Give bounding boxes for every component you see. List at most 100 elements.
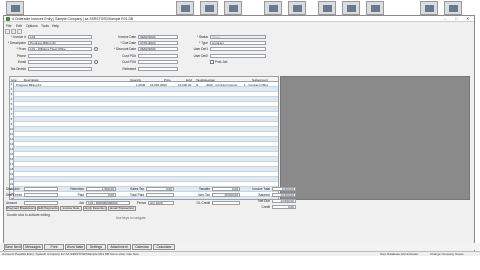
app-launcher-icon[interactable] bbox=[176, 1, 194, 15]
calculator-button[interactable]: Calculator bbox=[153, 244, 175, 250]
col-quantity[interactable]: Quantity bbox=[130, 78, 141, 82]
menu-tools[interactable]: Tools bbox=[41, 24, 49, 28]
paid-field[interactable]: 0.00 bbox=[86, 192, 116, 197]
col-ledger[interactable]: Ledger bbox=[206, 78, 215, 82]
disc-credit-label: Disc Credit bbox=[6, 193, 22, 197]
line-items-grid[interactable]: Line Description Quantity Price Extd Tax… bbox=[9, 76, 279, 200]
app-launcher-icon[interactable] bbox=[366, 1, 384, 15]
gl-credit-field[interactable] bbox=[212, 200, 240, 205]
apply-retention-button[interactable]: Apply Retention bbox=[83, 206, 107, 211]
window-title: A Orderable Invoices Entry | Sample Comp… bbox=[12, 16, 134, 21]
user-def2-field[interactable] bbox=[210, 53, 266, 58]
word-mate-button[interactable]: Word Mate bbox=[65, 244, 85, 250]
toolbar bbox=[5, 29, 35, 34]
invoice-date-field[interactable]: 06/02/2020 bbox=[138, 34, 178, 39]
row-number: 24 bbox=[10, 197, 14, 200]
type-select[interactable]: Contract bbox=[210, 40, 266, 45]
post-job-checkbox[interactable] bbox=[210, 60, 214, 64]
edit-payments-button[interactable]: Edit Payments bbox=[37, 206, 59, 211]
app-launcher-icon[interactable] bbox=[288, 1, 306, 15]
taxable-field[interactable]: 0.00 bbox=[212, 186, 240, 191]
col-taxable[interactable]: Taxable bbox=[196, 78, 206, 82]
status-left-text: Accounts Payable Entry: Systech Company … bbox=[2, 252, 139, 257]
email-transaction-button[interactable]: Email Transaction bbox=[108, 206, 136, 211]
lookup-icon[interactable] bbox=[94, 47, 98, 51]
messages-button[interactable]: Messages bbox=[23, 244, 43, 250]
status-user: Sure Database Administrator bbox=[380, 252, 419, 257]
attachment-button[interactable]: Attachment bbox=[107, 244, 131, 250]
col-price[interactable]: Price bbox=[164, 78, 171, 82]
tax-district-label: Tax District bbox=[10, 67, 26, 71]
col-subaccount[interactable]: Subaccount bbox=[252, 78, 268, 82]
delete-icon[interactable] bbox=[17, 29, 22, 34]
due-date-field[interactable]: 07/01/2020 bbox=[138, 40, 178, 45]
app-launcher-icon[interactable] bbox=[6, 1, 24, 15]
new-icon[interactable] bbox=[5, 29, 10, 34]
discount-date-field[interactable]: 06/02/2020 bbox=[138, 46, 178, 51]
app-launcher-icon[interactable] bbox=[200, 1, 218, 15]
status-company[interactable]: Change Company Guess bbox=[430, 252, 464, 256]
app-launcher-icon[interactable] bbox=[342, 1, 360, 15]
email-field[interactable] bbox=[28, 59, 92, 64]
print-button[interactable]: Print bbox=[44, 244, 64, 250]
save-icon[interactable] bbox=[11, 29, 16, 34]
credit-field: 0.00 bbox=[272, 204, 296, 209]
menu-help[interactable]: Help bbox=[52, 24, 59, 28]
non-tax-field[interactable]: 15,000.00 bbox=[212, 192, 240, 197]
description-field[interactable]: Progress Billing #1 bbox=[28, 40, 92, 45]
type-label: * Type bbox=[199, 41, 208, 45]
job-field[interactable]: 101 - 000000/000000 bbox=[86, 200, 130, 205]
cust-pov-label: Cust PO# bbox=[122, 60, 136, 64]
period-field[interactable]: Apr 2020 bbox=[148, 200, 174, 205]
invoice-note-button[interactable]: Invoice Note bbox=[60, 206, 82, 211]
status-label: * Status bbox=[196, 35, 208, 39]
invoice-no-label: * Invoice # bbox=[11, 35, 26, 39]
col-extended[interactable]: Extd bbox=[186, 78, 192, 82]
app-icon bbox=[6, 17, 10, 21]
released-label: Released bbox=[122, 67, 136, 71]
sales-tax-field[interactable]: 0.00 bbox=[146, 186, 174, 191]
cust-pov-field[interactable] bbox=[138, 59, 178, 64]
invoice-date-label: Invoice Date bbox=[118, 35, 136, 39]
app-launcher-icon[interactable] bbox=[224, 1, 242, 15]
gl-credit-label: GL Credit bbox=[196, 201, 210, 205]
menu-edit[interactable]: Edit bbox=[16, 24, 22, 28]
phone-field[interactable] bbox=[28, 53, 92, 58]
amount-field[interactable] bbox=[24, 200, 58, 205]
disc-credit-field[interactable] bbox=[24, 192, 58, 197]
invoice-no-field[interactable]: 101 bbox=[28, 34, 92, 39]
app-launcher-icon[interactable] bbox=[264, 1, 282, 15]
tax-district-field[interactable] bbox=[28, 66, 92, 71]
user-def1-field[interactable] bbox=[210, 46, 266, 51]
help-hint: Use keys to navigate bbox=[116, 216, 146, 220]
top-launcher-bar bbox=[0, 0, 480, 16]
calendar-button[interactable]: Calendar bbox=[132, 244, 152, 250]
credit-label: Credit bbox=[261, 205, 270, 209]
email-icon[interactable] bbox=[94, 60, 98, 64]
email-label: Email bbox=[18, 60, 26, 64]
col-line[interactable]: Line bbox=[11, 78, 17, 82]
released-field[interactable] bbox=[138, 66, 178, 71]
cust-po-field[interactable] bbox=[138, 53, 178, 58]
app-launcher-icon[interactable] bbox=[420, 1, 438, 15]
menu-options[interactable]: Options bbox=[26, 24, 38, 28]
net-due-field: 13,500.00 bbox=[272, 198, 296, 203]
total-paid-field[interactable] bbox=[146, 192, 174, 197]
close-icon[interactable]: ✕ bbox=[466, 16, 469, 21]
save-next-button[interactable]: Save Next bbox=[4, 244, 22, 250]
maximize-icon[interactable]: □ bbox=[455, 16, 457, 21]
disc-until-field[interactable] bbox=[24, 186, 58, 191]
payment-breakdown-button[interactable]: Payment Breakdown bbox=[6, 206, 36, 211]
col-description[interactable]: Description bbox=[24, 78, 39, 82]
retention-field[interactable]: 1,500.00 bbox=[86, 186, 116, 191]
status-select[interactable]: Open bbox=[210, 34, 266, 39]
title-bar: A Orderable Invoices Entry | Sample Comp… bbox=[4, 16, 474, 22]
from-field[interactable]: 101 - Williams Heat Office bbox=[28, 46, 92, 51]
app-launcher-icon[interactable] bbox=[318, 1, 336, 15]
taxable-label: Taxable bbox=[199, 187, 210, 191]
menu-file[interactable]: File bbox=[6, 24, 11, 28]
app-launcher-icon[interactable] bbox=[444, 1, 462, 15]
minimize-icon[interactable]: – bbox=[444, 16, 446, 21]
settings-button[interactable]: Settings bbox=[86, 244, 106, 250]
menu-bar: File Edit Options Tools Help bbox=[4, 23, 474, 28]
